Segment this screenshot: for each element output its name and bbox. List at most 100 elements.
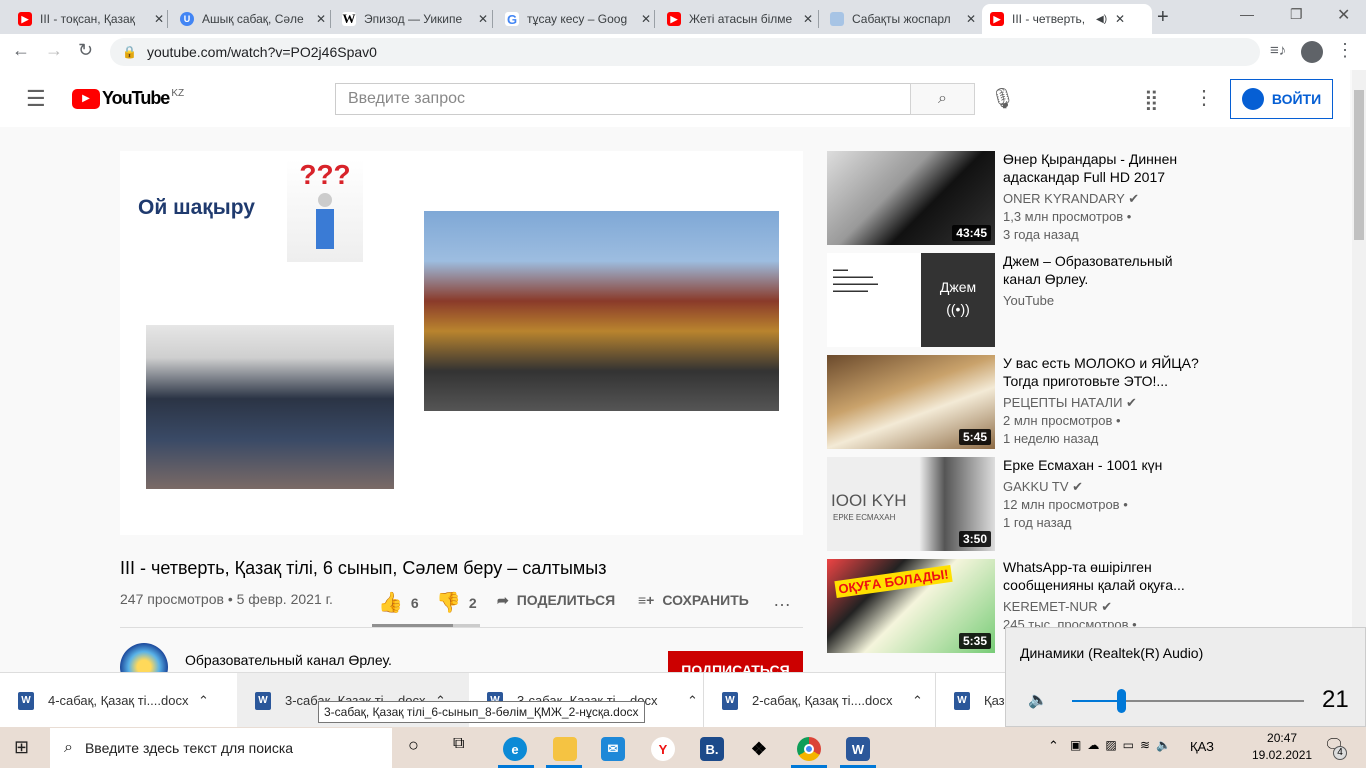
close-icon[interactable]: ✕ — [154, 12, 164, 26]
related-thumbnail[interactable]: 43:45 — [827, 151, 995, 245]
more-actions-icon[interactable]: … — [773, 590, 791, 611]
file-explorer-icon[interactable] — [553, 737, 577, 761]
yandex-icon[interactable]: Y — [651, 737, 675, 761]
volume-slider-thumb[interactable] — [1116, 689, 1126, 713]
audio-icon: ◀) — [1096, 13, 1108, 25]
share-icon: ➦ — [497, 592, 509, 608]
tab-6[interactable]: Сабақты жоспарл ✕ — [822, 4, 984, 34]
google-icon: G — [505, 11, 519, 27]
related-item[interactable]: WhatsApp-та өшірілген сообщенияны қалай … — [1003, 558, 1203, 634]
tab-2[interactable]: U Ашық сабақ, Сәле ✕ — [172, 4, 334, 34]
scrollbar[interactable] — [1352, 70, 1366, 672]
volume-flyout: Динамики (Realtek(R) Audio) 🔈 21 — [1005, 627, 1366, 727]
login-button[interactable]: ВОЙТИ — [1230, 79, 1333, 119]
task-view-icon[interactable]: ⧉ — [453, 735, 464, 753]
thumbs-up-icon: 👍 — [378, 592, 403, 614]
word-icon: W — [18, 691, 34, 710]
related-thumbnail[interactable]: 5:45 — [827, 355, 995, 449]
tooltip: 3-сабақ, Қазақ тілі_6-сынып_8-бөлім_ҚМЖ_… — [318, 701, 645, 723]
wikipedia-icon: W — [342, 11, 356, 26]
related-thumbnail[interactable]: ОҚУҒА БОЛАДЫ! 5:35 — [827, 559, 995, 653]
divider — [120, 627, 803, 628]
tab-3[interactable]: W Эпизод — Уикипе ✕ — [334, 4, 496, 34]
hamburger-menu-icon[interactable]: ☰ — [26, 86, 46, 112]
taskbar-search-input[interactable]: ⌕ Введите здесь текст для поиска — [50, 728, 392, 768]
back-icon[interactable]: ← — [12, 40, 30, 61]
related-item[interactable]: Өнер Қырандары - Диннен адаскандар Full … — [1003, 150, 1203, 244]
tab-5[interactable]: ▶ Жеті атасын білме ✕ — [659, 4, 821, 34]
windows-start-icon[interactable]: ⊞ — [14, 737, 29, 758]
related-thumbnail[interactable]: Джем ((•)) ▬▬▬ ▬▬▬▬▬▬▬▬ ▬▬▬▬▬▬▬▬▬ ▬▬▬▬▬▬▬ — [827, 253, 995, 347]
youtube-icon: ▶ — [18, 12, 32, 26]
slide-heading: Ой шақыру — [138, 196, 255, 219]
verified-icon: ✔ — [1101, 599, 1113, 614]
related-item[interactable]: У вас есть МОЛОКО и ЯЙЦА? Тогда приготов… — [1003, 354, 1203, 448]
edge-icon[interactable]: e — [503, 737, 527, 761]
video-player[interactable]: Ой шақыру ??? — [120, 151, 803, 535]
search-icon: ⌕ — [64, 739, 73, 756]
tab-strip: ▶ III - тоқсан, Қазақ ✕ U Ашық сабақ, Сәле ✕… — [0, 0, 1366, 34]
chevron-up-icon[interactable]: ⌃ — [912, 693, 923, 709]
chrome-icon[interactable] — [797, 737, 821, 761]
search-input[interactable]: Введите запрос — [335, 83, 911, 115]
search-button[interactable]: ⌕ — [910, 83, 975, 115]
tray-chevron-icon[interactable]: ⌃ — [1048, 738, 1059, 754]
reload-icon[interactable]: ↻ — [78, 40, 93, 61]
media-icon[interactable]: ≡♪ — [1270, 42, 1286, 59]
mail-icon[interactable]: ✉ — [601, 737, 625, 761]
tab-active[interactable]: ▶ III - четверть, ◀) ✕ — [982, 4, 1152, 34]
word-taskbar-icon[interactable]: W — [846, 737, 870, 761]
close-icon[interactable]: ✕ — [966, 12, 976, 26]
close-icon[interactable]: ✕ — [1115, 12, 1125, 26]
language-indicator[interactable]: ҚАЗ — [1190, 739, 1214, 754]
chevron-up-icon[interactable]: ⌃ — [198, 693, 209, 709]
related-item[interactable]: Ерке Есмахан - 1001 күн GAKKU TV ✔ 12 млн … — [1003, 456, 1203, 532]
close-icon[interactable]: ✕ — [478, 12, 488, 26]
playlist-add-icon: ≡+ — [638, 592, 655, 608]
restore-button[interactable]: ❐ — [1290, 6, 1303, 23]
video-title: III - четверть, Қазақ тілі, 6 сынып, Сәл… — [120, 558, 607, 578]
menu-icon[interactable]: ⋮ — [1336, 40, 1354, 61]
new-tab-button[interactable]: + — [1157, 6, 1169, 29]
share-button[interactable]: ➦ ПОДЕЛИТЬСЯ — [497, 592, 615, 609]
tab-4[interactable]: Gтұсау кесу – Goog ✕ — [497, 4, 659, 34]
cortana-icon[interactable]: ○ — [408, 735, 419, 756]
clock[interactable]: 20:47 19.02.2021 — [1252, 730, 1312, 764]
close-window-button[interactable]: ✕ — [1337, 5, 1350, 25]
channel-name[interactable]: Образовательный канал Өрлеу. — [185, 652, 392, 668]
like-button[interactable]: 👍 6 — [378, 590, 419, 615]
video-meta: 247 просмотров • 5 февр. 2021 г. — [120, 591, 333, 607]
close-icon[interactable]: ✕ — [641, 12, 651, 26]
save-button[interactable]: ≡+ СОХРАНИТЬ — [638, 592, 749, 608]
b-app-icon[interactable]: B. — [700, 737, 724, 761]
tab-1[interactable]: ▶ III - тоқсан, Қазақ ✕ — [10, 4, 172, 34]
microphone-icon[interactable]: 🎙 — [990, 86, 1015, 111]
chevron-up-icon[interactable]: ⌃ — [687, 693, 698, 709]
related-thumbnail[interactable]: IOOI KYH ЕРКЕ ЕСМАХАН 3:50 — [827, 457, 995, 551]
forward-icon[interactable]: → — [45, 40, 63, 61]
youtube-icon: ▶ — [667, 12, 681, 26]
close-icon[interactable]: ✕ — [316, 12, 326, 26]
download-item[interactable]: W Қаза — [935, 673, 1015, 728]
verified-icon: ✔ — [1072, 479, 1084, 494]
account-icon — [1241, 88, 1264, 110]
youtube-logo[interactable]: ▶ YouTube KZ — [72, 88, 184, 109]
apps-icon[interactable]: ⣿ — [1144, 87, 1159, 112]
download-item[interactable]: W 4-сабақ, Қазақ ті....docx ⌃ — [0, 673, 236, 728]
address-bar[interactable]: 🔒 youtube.com/watch?v=PO2j46Spav0 — [110, 38, 1260, 66]
boy-greeting-photo — [146, 325, 394, 489]
close-icon[interactable]: ✕ — [803, 12, 813, 26]
dropbox-icon[interactable]: ❖ — [747, 737, 771, 761]
related-item[interactable]: Джем – Образовательный канал Өрлеу. YouTu… — [1003, 252, 1203, 310]
dislike-button[interactable]: 👎 2 — [436, 590, 477, 615]
tray-icons[interactable]: ▣☁▨▭≋🔈 — [1070, 738, 1177, 752]
minimize-button[interactable]: — — [1240, 6, 1254, 22]
speaker-icon[interactable]: 🔈 — [1028, 690, 1048, 710]
youtube-icon: ▶ — [990, 12, 1004, 26]
profile-icon[interactable] — [1301, 41, 1323, 63]
lock-icon: 🔒 — [122, 45, 137, 59]
volume-slider[interactable] — [1072, 689, 1304, 713]
thumbs-down-icon: 👎 — [436, 592, 461, 614]
settings-menu-icon[interactable]: ⋮ — [1194, 85, 1214, 110]
download-item[interactable]: W 2-сабақ, Қазақ ті....docx ⌃ — [703, 673, 935, 728]
